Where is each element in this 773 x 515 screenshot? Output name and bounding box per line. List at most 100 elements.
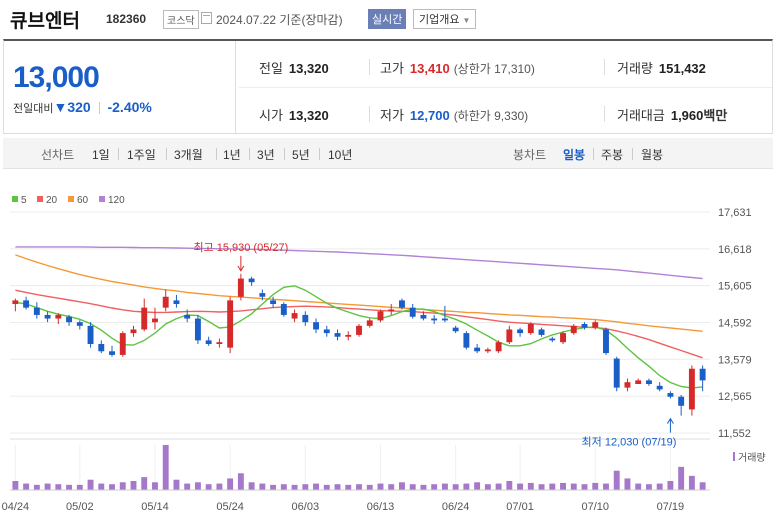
volume-bar [98, 483, 105, 490]
candle-body [635, 380, 642, 384]
high-price: 고가 13,410 (상한가 17,310) [380, 61, 535, 76]
divider [239, 87, 772, 88]
volume-bar [613, 470, 620, 490]
chevron-down-icon: ▼ [462, 16, 471, 25]
candle-body [603, 329, 609, 354]
change-percent: -2.40% [107, 99, 152, 115]
volume-bar [645, 484, 652, 490]
divider [98, 102, 100, 115]
x-tick-label: 07/10 [581, 501, 609, 513]
period-monthly[interactable]: 월봉 [641, 146, 663, 163]
candle-body [87, 325, 94, 345]
period-1w[interactable]: 1주일 [127, 146, 156, 163]
candle-body [270, 300, 277, 305]
divider [604, 106, 605, 122]
volume-bar [280, 484, 287, 490]
candle-body [441, 318, 448, 321]
candle-body [366, 320, 373, 326]
candle-body [356, 325, 362, 335]
ma5-line [15, 285, 703, 389]
candle-body [624, 382, 631, 388]
volume-bar [313, 483, 319, 490]
ma120-line [15, 246, 703, 280]
volume-bar [259, 483, 266, 490]
divider [369, 106, 370, 122]
x-tick-label: 06/13 [367, 501, 395, 513]
period-3y[interactable]: 3년 [257, 146, 275, 163]
prev-close: 전일 13,320 [259, 61, 329, 76]
period-1y[interactable]: 1년 [223, 146, 241, 163]
period-5y[interactable]: 5년 [292, 146, 310, 163]
candle-body [345, 334, 352, 337]
volume-bar [33, 484, 40, 490]
volume-bar [678, 466, 685, 490]
candle-body [592, 322, 599, 328]
candle-body [377, 311, 384, 321]
market-badge: 코스닥 [163, 10, 199, 29]
volume-legend-swatch [733, 452, 735, 461]
x-tick-label: 07/19 [657, 501, 685, 513]
x-tick-label: 05/14 [141, 501, 169, 513]
x-tick-label: 07/01 [506, 501, 534, 513]
candle-body [495, 342, 502, 352]
candle-body [699, 368, 706, 381]
divider [593, 148, 594, 160]
volume-bar [484, 484, 491, 490]
period-selector: 선차트 1일 1주일 3개월 1년 3년 5년 10년 봉차트 일봉 주봉 월봉 [3, 138, 773, 169]
x-tick-label: 04/24 [2, 501, 30, 513]
candle-body [23, 300, 30, 308]
divider [319, 148, 320, 160]
volume: 거래량 151,432 [617, 61, 706, 76]
ma60-line [15, 254, 703, 332]
current-price: 13,000 [13, 61, 100, 94]
volume-bar [506, 481, 513, 490]
candle-body [259, 293, 266, 297]
period-daily[interactable]: 일봉 [563, 146, 585, 163]
period-10y[interactable]: 10년 [328, 146, 352, 163]
volume-bar [366, 484, 373, 490]
candle-body [237, 278, 244, 297]
candle-body [173, 300, 180, 305]
candle-body [291, 313, 298, 319]
volume-bar [227, 478, 234, 490]
change-label: 전일대비 [13, 103, 54, 115]
candle-body [216, 342, 223, 345]
candle-body [76, 322, 83, 326]
candle-body [248, 278, 255, 283]
x-tick-label: 06/03 [292, 501, 320, 513]
y-tick-label: 16,618 [718, 244, 752, 256]
volume-bar [237, 473, 244, 490]
realtime-button[interactable]: 실시간 [368, 9, 407, 29]
open-price: 시가 13,320 [259, 108, 329, 123]
low-annotation: 최저 12,030 (07/19) [582, 436, 677, 449]
candle-body [12, 300, 19, 305]
period-weekly[interactable]: 주봉 [601, 146, 623, 163]
candle-body [560, 333, 566, 343]
candle-body [313, 322, 319, 330]
candle-body [130, 329, 137, 334]
y-tick-label: 15,605 [718, 281, 752, 293]
candle-body [645, 380, 652, 384]
period-3m[interactable]: 3개월 [174, 146, 203, 163]
x-tick-label: 06/24 [442, 501, 470, 513]
candle-body [538, 329, 545, 335]
volume-bar [603, 483, 609, 490]
candle-body [323, 329, 330, 334]
volume-bar [130, 481, 137, 490]
volume-bar [119, 482, 126, 490]
candle-body [527, 324, 534, 334]
legend-swatch-5 [12, 196, 18, 202]
volume-bar [76, 484, 83, 490]
candle-body [119, 333, 126, 355]
period-1d[interactable]: 1일 [92, 146, 110, 163]
volume-bar [441, 483, 448, 490]
candle-body [66, 316, 73, 323]
candle-body [399, 300, 405, 308]
candle-body [420, 314, 427, 319]
calendar-icon [201, 12, 212, 24]
stock-name: 큐브엔터 [10, 11, 80, 32]
candle-body [227, 300, 234, 348]
company-info-dropdown[interactable]: 기업개요 ▼ [413, 9, 477, 29]
candle-body [409, 307, 416, 317]
legend-label-5: 5 [21, 195, 27, 206]
